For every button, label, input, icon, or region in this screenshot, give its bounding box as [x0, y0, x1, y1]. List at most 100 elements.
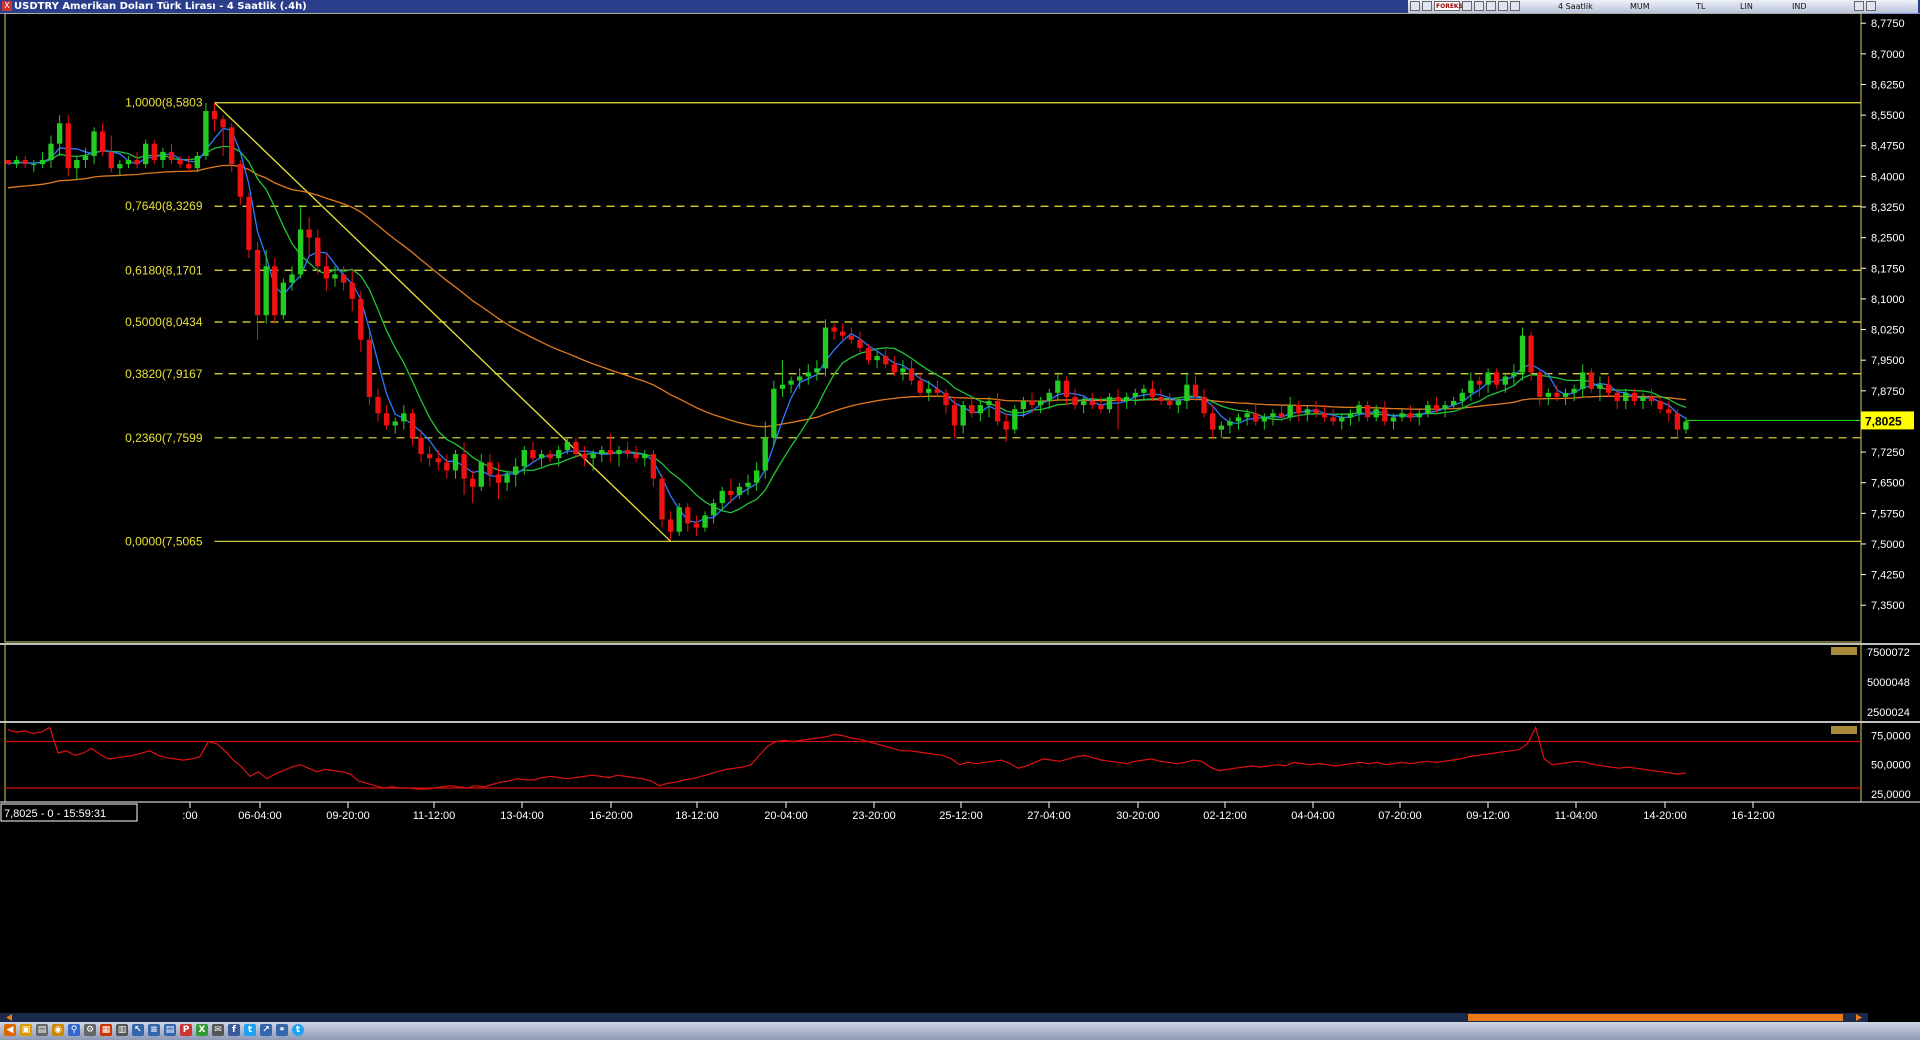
y-tick-label: 8,7750 — [1871, 18, 1905, 30]
candle-body — [1390, 417, 1397, 422]
candle-body — [1476, 380, 1483, 385]
line-icon[interactable] — [1498, 1, 1508, 11]
candle-body — [573, 441, 579, 455]
candle-body — [306, 229, 312, 238]
x-tick-label: 25-12:00 — [939, 810, 982, 822]
layout-icon[interactable]: ▥ — [116, 1024, 128, 1036]
candle-body — [254, 249, 261, 316]
candle-body — [1089, 401, 1095, 406]
candle-body — [1149, 388, 1156, 397]
grid-icon[interactable] — [1462, 1, 1472, 11]
x-tick-label: 06-04:00 — [238, 810, 281, 822]
candle-body — [848, 335, 854, 340]
candle-body — [143, 143, 149, 165]
candle-body — [616, 450, 622, 455]
zoom-icon[interactable]: ◉ — [52, 1024, 64, 1036]
candle-body — [822, 327, 829, 369]
candle-body — [1597, 384, 1603, 389]
candle-body — [951, 405, 958, 426]
candle-body — [211, 111, 218, 120]
chart-canvas[interactable]: 1,0000(8,5803 0,7640(8,3269 0,6180(8,1701 0… — [0, 13, 1920, 1022]
tool-icon[interactable] — [1486, 1, 1496, 11]
candle-icon[interactable] — [1410, 1, 1420, 11]
candle-body — [272, 266, 278, 316]
chart-type-selector[interactable]: MUM — [1630, 0, 1650, 13]
candle-body — [1364, 405, 1371, 418]
candle-body — [1287, 405, 1293, 418]
candle-body — [771, 388, 777, 438]
candle-body — [530, 450, 536, 459]
chart-icon[interactable]: ▦ — [100, 1024, 112, 1036]
fib-level-label: 0,3820(7,9167 — [125, 367, 203, 381]
search-icon[interactable]: ⚲ — [68, 1024, 80, 1036]
candle-body — [693, 523, 700, 528]
prev-icon[interactable]: ◀ — [4, 1024, 16, 1036]
cursor-icon[interactable]: ↖ — [132, 1024, 144, 1036]
candle-body — [1253, 413, 1259, 422]
x-tick-label: 27-04:00 — [1027, 810, 1070, 822]
fib-level-label: 1,0000(8,5803 — [125, 96, 203, 110]
candle-body — [1442, 405, 1448, 410]
settings-icon[interactable]: ⚙ — [84, 1024, 96, 1036]
close-icon[interactable] — [1866, 1, 1876, 11]
facebook-icon[interactable]: f — [228, 1024, 240, 1036]
candle-body — [1554, 392, 1560, 397]
scale-selector[interactable]: LIN — [1740, 0, 1753, 13]
share-icon[interactable]: ↗ — [260, 1024, 272, 1036]
candle-body — [125, 160, 132, 165]
candle-body — [1192, 384, 1199, 397]
draw-icon[interactable] — [1474, 1, 1484, 11]
candle-body — [1003, 421, 1009, 430]
candle-body — [1459, 392, 1465, 402]
ma-mid-line — [7, 145, 1687, 514]
candle-body — [1382, 409, 1388, 422]
candle-body — [762, 437, 768, 471]
candle-body — [1055, 380, 1061, 393]
candle-body — [934, 388, 941, 393]
candle-body — [117, 164, 123, 169]
list-icon[interactable]: ≡ — [148, 1024, 160, 1036]
candle-body — [865, 347, 872, 361]
save-icon[interactable] — [1422, 1, 1432, 11]
excel-icon[interactable]: X — [196, 1024, 208, 1036]
fib-level-label: 0,2360(7,7599 — [125, 431, 203, 445]
candle-body — [1545, 392, 1551, 397]
candle-body — [556, 450, 562, 459]
candle-body — [581, 454, 588, 459]
app-icon[interactable]: X — [2, 1, 12, 11]
candle-body — [521, 450, 527, 467]
candle-body — [392, 421, 398, 426]
email-icon[interactable]: ✉ — [212, 1024, 224, 1036]
x-tick-label: 09-12:00 — [1466, 810, 1509, 822]
candle-body — [986, 401, 992, 406]
candle-body — [753, 470, 760, 483]
candle-body — [779, 384, 786, 389]
candle-body — [1494, 372, 1500, 385]
print-icon[interactable]: ▤ — [36, 1024, 48, 1036]
pdf-icon[interactable]: P — [180, 1024, 192, 1036]
tweet-icon[interactable]: t — [292, 1024, 304, 1036]
indicator-selector[interactable]: IND — [1792, 0, 1807, 13]
candle-body — [891, 364, 897, 373]
candle-body — [452, 454, 459, 471]
oscillator-tick-label: 75,0000 — [1871, 731, 1911, 743]
candle-body — [444, 462, 450, 471]
candle-body — [513, 466, 519, 475]
twitter-icon[interactable]: t — [244, 1024, 256, 1036]
oscillator-panel — [5, 725, 1861, 790]
table-icon[interactable]: ▤ — [164, 1024, 176, 1036]
minimize-icon[interactable] — [1854, 1, 1864, 11]
y-tick-label: 7,5000 — [1871, 539, 1905, 551]
candle-body — [39, 160, 46, 165]
y-tick-label: 7,8750 — [1871, 386, 1905, 398]
x-tick-label: 04-04:00 — [1291, 810, 1334, 822]
folder-icon[interactable]: ▣ — [20, 1024, 32, 1036]
period-selector[interactable]: 4 Saatlik — [1558, 0, 1593, 13]
chart-toolbar: FOREKS 4 Saatlik MUM TL LIN IND — [1408, 0, 1918, 13]
link-icon[interactable]: ⚭ — [276, 1024, 288, 1036]
candle-body — [926, 388, 932, 393]
horizontal-scrollbar-thumb — [1468, 1014, 1843, 1021]
fib-icon[interactable] — [1510, 1, 1520, 11]
candle-body — [495, 474, 502, 483]
currency-selector[interactable]: TL — [1696, 0, 1705, 13]
